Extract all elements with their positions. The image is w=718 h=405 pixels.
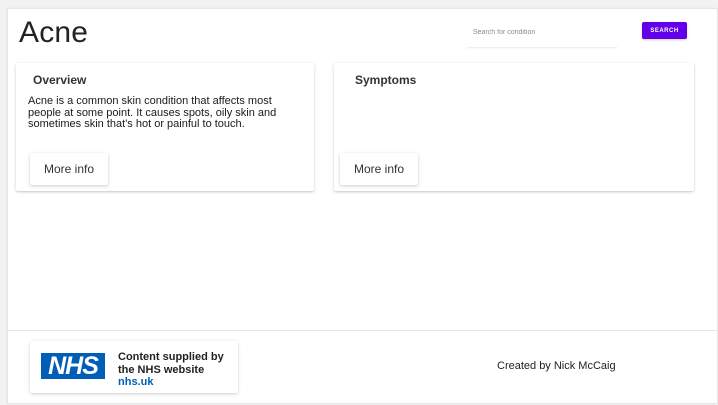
nhs-attribution-line2: the NHS website — [118, 363, 205, 376]
nhs-link[interactable]: nhs.uk — [118, 376, 224, 389]
overview-more-info-button[interactable]: More info — [30, 153, 108, 185]
search-input[interactable] — [467, 18, 617, 48]
nhs-attribution-line1: Content supplied by — [118, 351, 224, 363]
nhs-attribution-text: Content supplied by the NHS website nhs.… — [118, 351, 224, 389]
overview-card-text: Acne is a common skin condition that aff… — [28, 95, 277, 130]
search-button[interactable]: SEARCH — [642, 22, 687, 39]
symptoms-card-title: Symptoms — [355, 73, 417, 87]
creator-credit: Created by Nick McCaig — [497, 360, 616, 372]
nhs-attribution-badge[interactable]: NHS Content supplied by the NHS website … — [30, 341, 238, 393]
symptoms-card: Symptoms More info — [334, 63, 694, 191]
symptoms-more-info-button[interactable]: More info — [340, 153, 418, 185]
page-title: Acne — [19, 16, 89, 49]
nhs-logo: NHS — [41, 353, 105, 379]
overview-card-title: Overview — [33, 73, 87, 87]
footer-divider — [8, 330, 717, 331]
app-window: Acne SEARCH Overview Acne is a common sk… — [7, 8, 718, 404]
overview-card: Overview Acne is a common skin condition… — [16, 63, 314, 191]
